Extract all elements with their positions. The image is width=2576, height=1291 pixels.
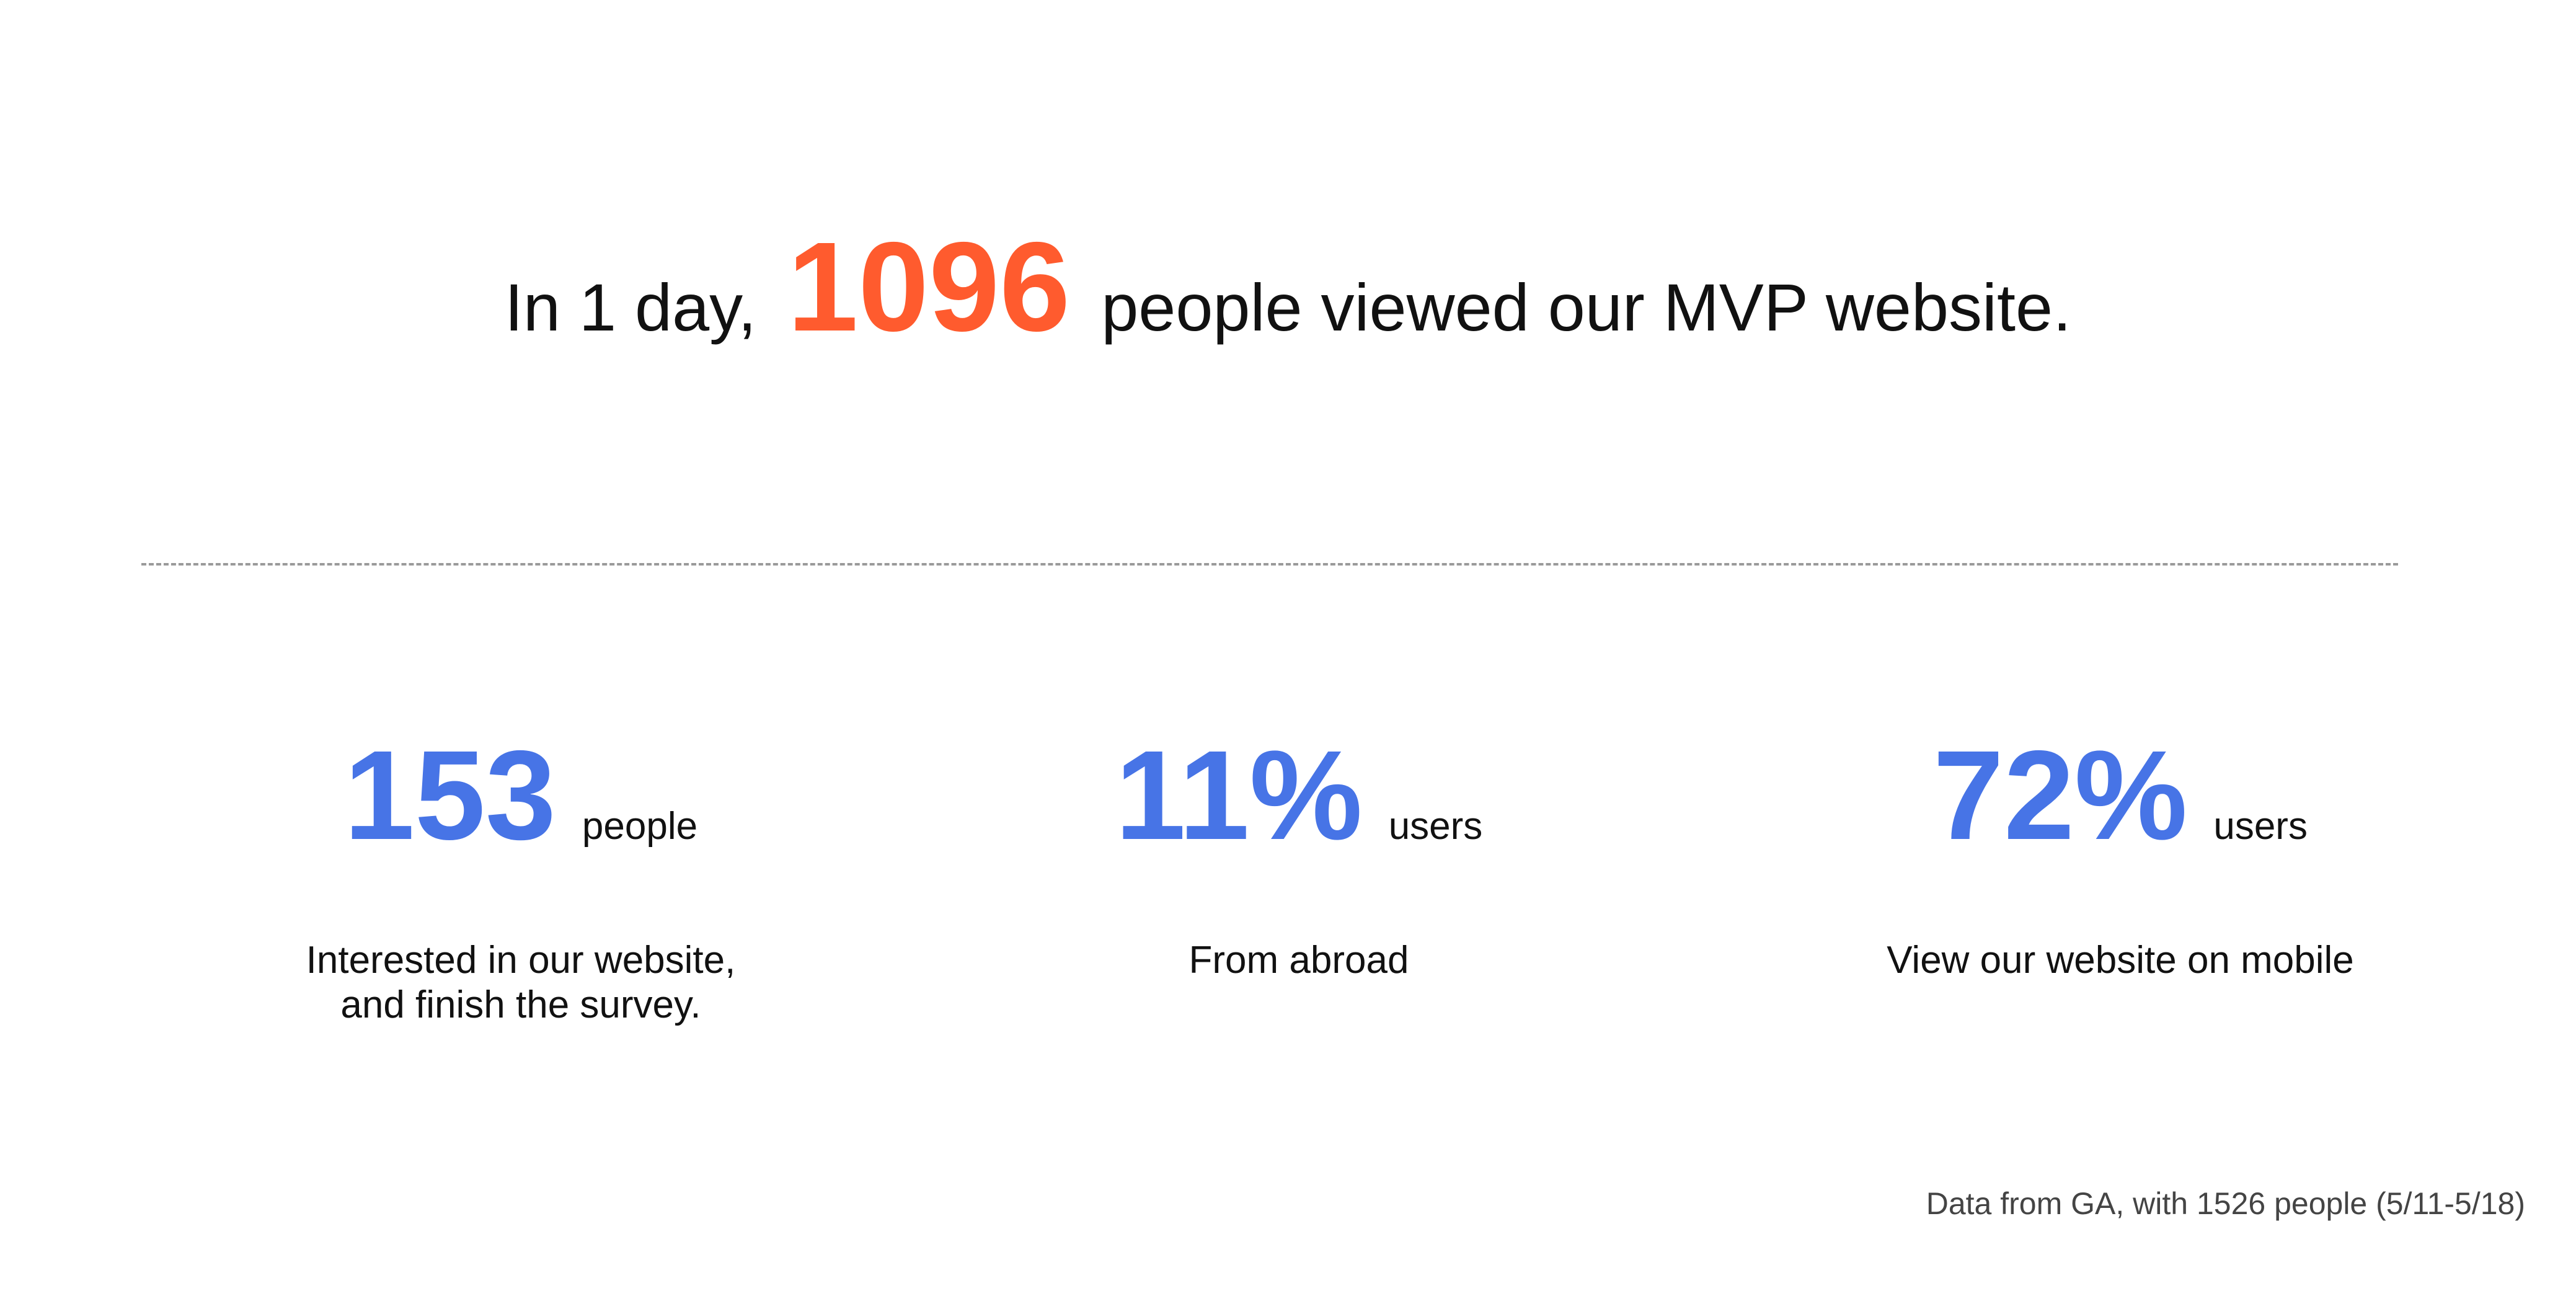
dashed-divider bbox=[141, 563, 2398, 566]
stat-mobile-users: 72% users View our website on mobile bbox=[1717, 732, 2523, 983]
stat-value: 153 bbox=[343, 724, 556, 866]
headline-suffix: people viewed our MVP website. bbox=[1101, 270, 2072, 345]
stat-value: 72% bbox=[1933, 724, 2188, 866]
headline-number: 1096 bbox=[787, 216, 1071, 358]
headline: In 1 day, 1096 people viewed our MVP websi… bbox=[0, 223, 2576, 350]
stat-description: View our website on mobile bbox=[1887, 939, 2354, 982]
stat-abroad-users: 11% users From abroad bbox=[896, 732, 1702, 983]
stat-description: Interested in our website, and finish th… bbox=[306, 939, 736, 1026]
stat-survey-completions: 153 people Interested in our website, and… bbox=[118, 732, 924, 1027]
data-source-footnote: Data from GA, with 1526 people (5/11-5/1… bbox=[1926, 1186, 2525, 1221]
stat-figure: 153 people bbox=[118, 732, 924, 859]
stat-unit: users bbox=[2213, 805, 2308, 848]
stat-unit: users bbox=[1388, 805, 1483, 848]
stat-figure: 72% users bbox=[1717, 732, 2523, 859]
stat-value: 11% bbox=[1115, 724, 1363, 866]
stat-unit: people bbox=[582, 805, 698, 848]
headline-prefix: In 1 day, bbox=[504, 270, 757, 345]
stat-description: From abroad bbox=[1188, 939, 1409, 982]
stat-figure: 11% users bbox=[896, 732, 1702, 859]
